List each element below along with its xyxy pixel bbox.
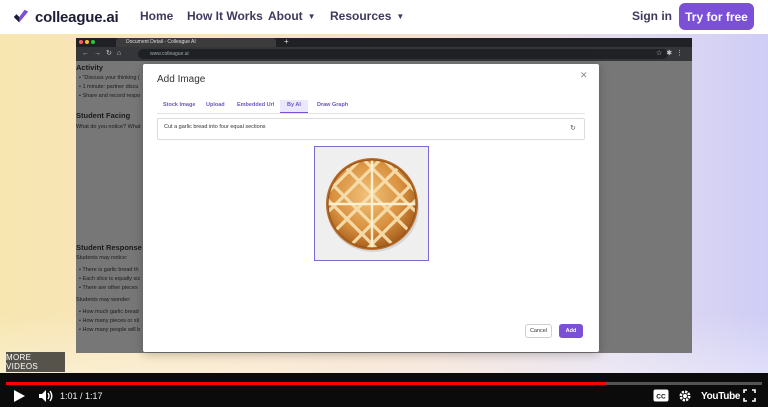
- close-dot-icon: [79, 40, 83, 44]
- doc-bullet: • 1 minute: partner discu: [79, 84, 139, 90]
- nav-resources-dropdown[interactable]: Resources ▼: [330, 9, 404, 23]
- ai-prompt-input[interactable]: Cut a garlic bread into four equal secti…: [157, 118, 585, 140]
- ai-prompt-value: Cut a garlic bread into four equal secti…: [164, 124, 266, 130]
- regenerate-icon[interactable]: ↻: [570, 124, 576, 132]
- doc-wonder-item: • How much garlic bread: [79, 309, 139, 315]
- doc-notice-item: • There are other pieces: [79, 285, 138, 291]
- tab-draw-graph[interactable]: Draw Graph: [317, 102, 348, 108]
- svg-text:CC: CC: [656, 394, 666, 401]
- image-source-tabs: Stock Image Upload Embedded Url By AI Dr…: [157, 100, 585, 114]
- add-button[interactable]: Add: [559, 324, 583, 338]
- tab-embedded-url[interactable]: Embedded Url: [237, 102, 274, 108]
- address-bar: www.colleague.ai: [138, 49, 668, 59]
- new-tab-icon: +: [284, 38, 289, 46]
- nav-home-link[interactable]: Home: [140, 9, 173, 23]
- nav-about-label: About: [268, 9, 303, 23]
- brand-logo[interactable]: colleague.ai: [12, 8, 119, 26]
- doc-wonder-item: • How many people will b: [79, 327, 141, 333]
- play-icon[interactable]: [12, 389, 26, 403]
- fullscreen-icon[interactable]: [743, 389, 756, 402]
- doc-heading-student-facing: Student Facing: [76, 111, 131, 120]
- nav-about-dropdown[interactable]: About ▼: [268, 9, 316, 23]
- progress-bar[interactable]: [6, 382, 762, 385]
- browser-tab: Document Detail - Colleague AI: [116, 38, 276, 47]
- doc-may-wonder: Students may wonder:: [76, 297, 131, 303]
- add-image-modal: Add Image ✕ Stock Image Upload Embedded …: [143, 64, 599, 352]
- doc-heading-activity: Activity: [76, 63, 104, 72]
- progress-bar-played: [6, 382, 606, 385]
- doc-notice-item: • Each slice is equally siz: [79, 276, 141, 282]
- try-for-free-button[interactable]: Try for free: [679, 3, 754, 30]
- generated-image[interactable]: [314, 146, 429, 261]
- browser-extension-icons: ☆✱⋮: [656, 50, 688, 57]
- nav-resources-label: Resources: [330, 9, 392, 23]
- browser-toolbar: ←→↻⌂ www.colleague.ai ☆✱⋮: [76, 47, 692, 61]
- time-display: 1:01 / 1:17: [60, 391, 103, 401]
- sign-in-link[interactable]: Sign in: [632, 9, 672, 23]
- doc-notice-item: • There is garlic bread th: [79, 267, 139, 273]
- tab-stock-image[interactable]: Stock Image: [163, 102, 195, 108]
- doc-wonder-item: • How many pieces or sli: [79, 318, 140, 324]
- tab-upload[interactable]: Upload: [206, 102, 225, 108]
- minimize-dot-icon: [85, 40, 89, 44]
- youtube-logo[interactable]: YouTube: [701, 391, 741, 402]
- colleague-logo-icon: [13, 9, 29, 23]
- doc-bullet: • "Discuss your thinking (: [79, 75, 140, 81]
- doc-may-notice: Students may notice:: [76, 255, 128, 261]
- browser-tab-bar: Document Detail - Colleague AI +: [76, 38, 692, 47]
- tab-by-ai[interactable]: By AI: [280, 100, 308, 113]
- garlic-bread-image: [325, 157, 419, 252]
- nav-how-it-works-link[interactable]: How It Works: [187, 9, 263, 23]
- maximize-dot-icon: [91, 40, 95, 44]
- doc-question: What do you notice? What: [76, 124, 141, 130]
- window-controls: [79, 40, 95, 44]
- more-videos-button[interactable]: MORE VIDEOS: [6, 352, 65, 372]
- captions-icon[interactable]: CC: [653, 389, 669, 402]
- chevron-down-icon: ▼: [307, 12, 316, 21]
- modal-title: Add Image: [157, 74, 206, 85]
- chevron-down-icon: ▼: [396, 12, 405, 21]
- settings-icon[interactable]: [678, 389, 692, 403]
- close-icon[interactable]: ✕: [580, 70, 588, 81]
- cancel-button[interactable]: Cancel: [525, 324, 552, 338]
- doc-bullet: • Share and record respo: [79, 93, 141, 99]
- video-player-controls: 1:01 / 1:17 CC YouTube: [0, 373, 768, 407]
- browser-nav-icons: ←→↻⌂: [82, 50, 127, 57]
- doc-heading-student-response: Student Response: [76, 243, 142, 252]
- volume-icon[interactable]: [38, 389, 54, 403]
- site-header: colleague.ai Home How It Works About ▼ Re…: [0, 0, 768, 34]
- brand-name: colleague.ai: [35, 8, 119, 26]
